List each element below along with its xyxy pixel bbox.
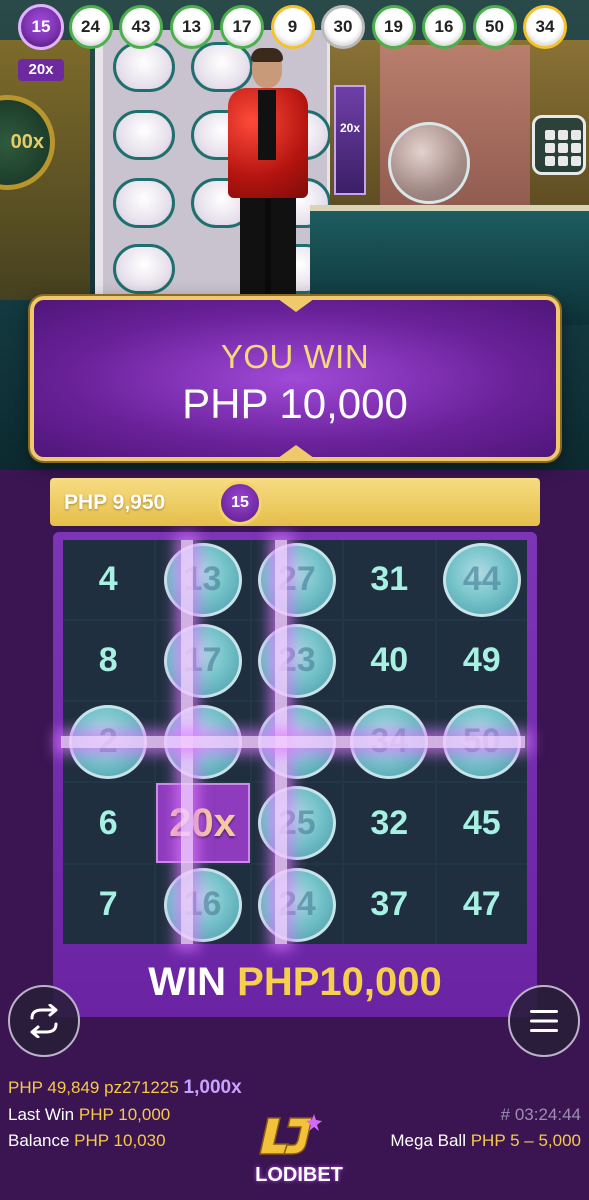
studio-left-medal-text: 00x — [10, 131, 44, 153]
mega-ball-limits-info: Mega Ball PHP 5 – 5,000 — [390, 1131, 581, 1151]
card-cell-number: 32 — [370, 803, 409, 842]
menu-button[interactable] — [508, 985, 580, 1057]
lodibet-logo: LODIBET — [244, 1112, 354, 1192]
mega-multiplier-value: 20x — [155, 783, 250, 863]
studio-left-panel — [0, 40, 90, 340]
card-cell: 8 — [63, 621, 154, 700]
balance-label: Balance — [8, 1131, 70, 1150]
win-total-value: PHP10,000 — [237, 960, 442, 1004]
menu-icon — [530, 1010, 558, 1032]
drawn-ball: 16 — [422, 5, 466, 49]
bingo-card: 41327314481723404923450620x2532457162437… — [53, 532, 537, 1017]
card-cell-number: 7 — [98, 885, 118, 923]
card-view-icon[interactable] — [532, 115, 586, 175]
card-cell-marked: 13 — [155, 540, 250, 619]
wall-light — [113, 244, 175, 294]
card-cell-number: 44 — [462, 560, 501, 598]
balance-value: PHP 10,030 — [74, 1131, 166, 1150]
card-cell: 45 — [436, 783, 527, 863]
game-host — [222, 48, 312, 310]
last-win-label: Last Win — [8, 1105, 75, 1124]
card-cell-marked: 44 — [436, 540, 527, 619]
card-cell-marked: 17 — [155, 621, 250, 700]
drawn-ball: 34 — [523, 5, 567, 49]
drawn-ball: 30 — [321, 5, 365, 49]
card-cell: 47 — [436, 865, 527, 944]
mega-ball-label: Mega Ball — [390, 1131, 466, 1150]
drawn-ball: 9 — [270, 5, 315, 49]
card-cell-number: 4 — [98, 560, 118, 598]
lodibet-logo-mark — [259, 1114, 322, 1155]
mega-ball-limits: PHP 5 – 5,000 — [470, 1131, 581, 1150]
card-cell: 31 — [344, 540, 435, 619]
studio-mega-sign-text: 20x — [339, 121, 361, 135]
win-line-horizontal — [61, 736, 525, 748]
banner-crest — [274, 296, 318, 312]
card-cell: 4 — [63, 540, 154, 619]
autoplay-button[interactable] — [8, 985, 80, 1057]
card-cell-number: 45 — [462, 803, 501, 842]
card-cell-marked: 16 — [155, 865, 250, 944]
win-total: WIN PHP10,000 — [53, 960, 537, 1005]
mega-multiplier-cell: 20x — [155, 783, 250, 863]
drawn-ball: 24 — [68, 5, 113, 49]
jackpot-info: PHP 49,849 pz271225 1,000x — [8, 1077, 242, 1099]
round-id-text: # 03:24:44 — [500, 1105, 581, 1124]
card-cell-marked: 25 — [251, 783, 342, 863]
win-banner-amount: PHP 10,000 — [182, 380, 408, 427]
win-banner: YOU WIN PHP 10,000 — [30, 296, 560, 461]
studio-mega-sign: 20x — [334, 85, 366, 195]
card-cell-number: 49 — [462, 641, 501, 679]
max-multiplier: 1,000x — [183, 1077, 242, 1098]
drawn-ball: 17 — [220, 5, 264, 49]
drawn-ball: 13 — [169, 5, 214, 49]
banner-crest — [274, 445, 318, 461]
card-cell: 32 — [344, 783, 435, 863]
wall-light — [113, 178, 175, 228]
card-cell-marked: 24 — [251, 865, 342, 944]
win-banner-title: YOU WIN — [220, 338, 370, 375]
card-cell: 49 — [436, 621, 527, 700]
card-cell-number: 31 — [370, 560, 409, 598]
card-cell-number: 47 — [462, 885, 501, 923]
mega-ball-multiplier: 20x — [18, 59, 64, 81]
drawn-ball: 19 — [371, 5, 416, 49]
last-win-value: PHP 10,000 — [78, 1105, 171, 1124]
card-cell: 40 — [344, 621, 435, 700]
payout-amount: PHP 9,950 — [64, 491, 166, 514]
drawn-balls-strip: 15 24 43 13 17 9 30 19 16 50 34 — [0, 0, 589, 56]
lodibet-logo-text: LODIBET — [255, 1164, 343, 1186]
card-cell: 37 — [344, 865, 435, 944]
wall-light — [113, 110, 175, 160]
drawn-ball: 43 — [119, 5, 163, 49]
card-cell: 7 — [63, 865, 154, 944]
payout-bar: PHP 9,950 — [50, 478, 540, 526]
mega-ball: 15 — [18, 4, 64, 50]
round-id: # 03:24:44 — [501, 1105, 581, 1125]
ball-machine-globe — [388, 122, 470, 204]
win-total-label: WIN — [148, 960, 227, 1004]
jackpot-amount: PHP 49,849 — [8, 1078, 100, 1097]
card-cell-marked: 27 — [251, 540, 342, 619]
card-cell-marked: 23 — [251, 621, 342, 700]
card-cell-number: 6 — [98, 803, 118, 842]
autoplay-repeat-icon — [30, 1004, 58, 1038]
drawn-ball: 50 — [472, 5, 517, 49]
card-cell-number: 40 — [370, 641, 409, 679]
promo-code: pz271225 — [104, 1078, 179, 1097]
card-cell: 6 — [63, 783, 154, 863]
payout-mega-ball: 15 — [218, 481, 262, 525]
card-cell-number: 8 — [98, 641, 118, 679]
balance-info: Balance PHP 10,030 — [8, 1131, 166, 1151]
last-win-info: Last Win PHP 10,000 — [8, 1105, 170, 1125]
card-cell-number: 37 — [370, 885, 409, 923]
